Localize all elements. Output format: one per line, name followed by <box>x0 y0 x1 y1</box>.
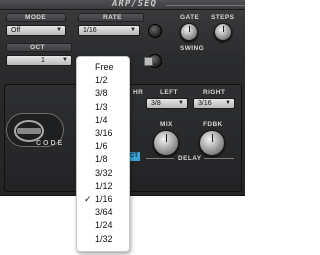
fdbk-label: FDBK <box>203 121 223 128</box>
rate-menu-item-label: 1/12 <box>95 180 113 191</box>
delay-left-value: 3/8 <box>151 100 161 107</box>
gate-label: GATE <box>180 14 200 21</box>
rate-dropdown-menu[interactable]: Free 1/2 3/8 1/3 1/4 3/16 1/6 1/8 3/32 1/12 ✓ 1/16 3… <box>76 56 130 252</box>
delay-left-label: LEFT <box>160 89 178 96</box>
oct-label: OCT <box>30 44 45 51</box>
swing-label: SWING <box>180 45 205 52</box>
rate-menu-item-label: 1/4 <box>95 114 108 125</box>
rate-menu-item[interactable]: 1/32 <box>77 233 129 245</box>
rate-menu-item[interactable]: 1/2 <box>77 74 129 86</box>
rate-select[interactable]: 1/16 ▼ <box>78 25 140 36</box>
delay-mix-knob[interactable] <box>153 130 179 156</box>
chevron-down-icon: ▼ <box>225 100 231 106</box>
rate-menu-item-label: 1/2 <box>95 75 108 86</box>
steps-label: STEPS <box>211 14 235 21</box>
section-title: ARP/SEQ <box>112 0 157 9</box>
gate-knob[interactable] <box>180 23 198 41</box>
logo-text: CODE <box>36 140 65 147</box>
rate-menu-item[interactable]: 3/64 <box>77 206 129 218</box>
rate-menu-item[interactable]: 3/32 <box>77 167 129 179</box>
delay-left-select[interactable]: 3/8 ▼ <box>146 98 188 109</box>
chevron-down-icon: ▼ <box>62 57 68 63</box>
rate-menu-item[interactable]: ✓ 1/16 <box>77 193 129 205</box>
delay-right-select[interactable]: 3/16 ▼ <box>193 98 235 109</box>
rate-menu-item-label: 3/64 <box>95 207 113 218</box>
rate-menu-item[interactable]: Free <box>77 61 129 73</box>
rate-menu-item-label: 3/32 <box>95 167 113 178</box>
rate-menu-item-label: 1/24 <box>95 220 113 231</box>
rate-menu-item-label: Free <box>95 62 114 72</box>
rate-menu-item[interactable]: 1/24 <box>77 219 129 231</box>
status-badge-text: CT <box>130 153 138 159</box>
oct-select-value: 1 <box>41 57 45 64</box>
rate-menu-item-label: 1/32 <box>95 233 113 244</box>
chevron-down-icon: ▼ <box>130 27 136 33</box>
sync-checkbox[interactable] <box>144 57 153 66</box>
rate-knob[interactable] <box>148 24 162 38</box>
rate-menu-item-label: 3/8 <box>95 88 108 99</box>
rate-menu-item-label: 3/16 <box>95 128 113 138</box>
rate-menu-item-label: 1/6 <box>95 141 108 152</box>
delay-right-value: 3/16 <box>198 100 212 107</box>
rate-menu-item-label: 1/8 <box>95 154 108 165</box>
delay-fdbk-knob[interactable] <box>199 130 225 156</box>
rate-menu-item-label: 1/16 <box>95 194 113 204</box>
mode-label: MODE <box>25 14 47 21</box>
rate-menu-item[interactable]: 1/12 <box>77 180 129 192</box>
chevron-down-icon: ▼ <box>178 100 184 106</box>
chevron-down-icon: ▼ <box>56 27 62 33</box>
delay-right-label: RIGHT <box>203 89 226 96</box>
rate-menu-item[interactable]: 1/6 <box>77 140 129 152</box>
rate-label: RATE <box>103 14 122 21</box>
delay-divider-left <box>146 158 174 159</box>
hr-label: HR <box>133 89 144 96</box>
rate-menu-item[interactable]: 3/16 <box>77 127 129 139</box>
rate-menu-item[interactable]: 1/4 <box>77 114 129 126</box>
mode-select-value: Off <box>11 27 21 34</box>
mode-select[interactable]: Off ▼ <box>6 25 66 36</box>
rate-menu-item-label: 1/3 <box>95 101 108 112</box>
rate-menu-item[interactable]: 1/8 <box>77 153 129 165</box>
rate-select-value: 1/16 <box>83 27 97 34</box>
oct-select[interactable]: 1 ▼ <box>6 55 72 66</box>
checkmark-icon: ✓ <box>84 194 92 204</box>
header-divider <box>166 5 245 6</box>
mix-label: MIX <box>160 121 173 128</box>
steps-knob[interactable] <box>214 23 232 41</box>
rate-menu-item[interactable]: 1/3 <box>77 101 129 113</box>
rate-menu-item[interactable]: 3/8 <box>77 87 129 99</box>
section-header: ARP/SEQ <box>0 0 245 10</box>
delay-divider-right <box>204 158 234 159</box>
delay-label: DELAY <box>178 155 202 162</box>
